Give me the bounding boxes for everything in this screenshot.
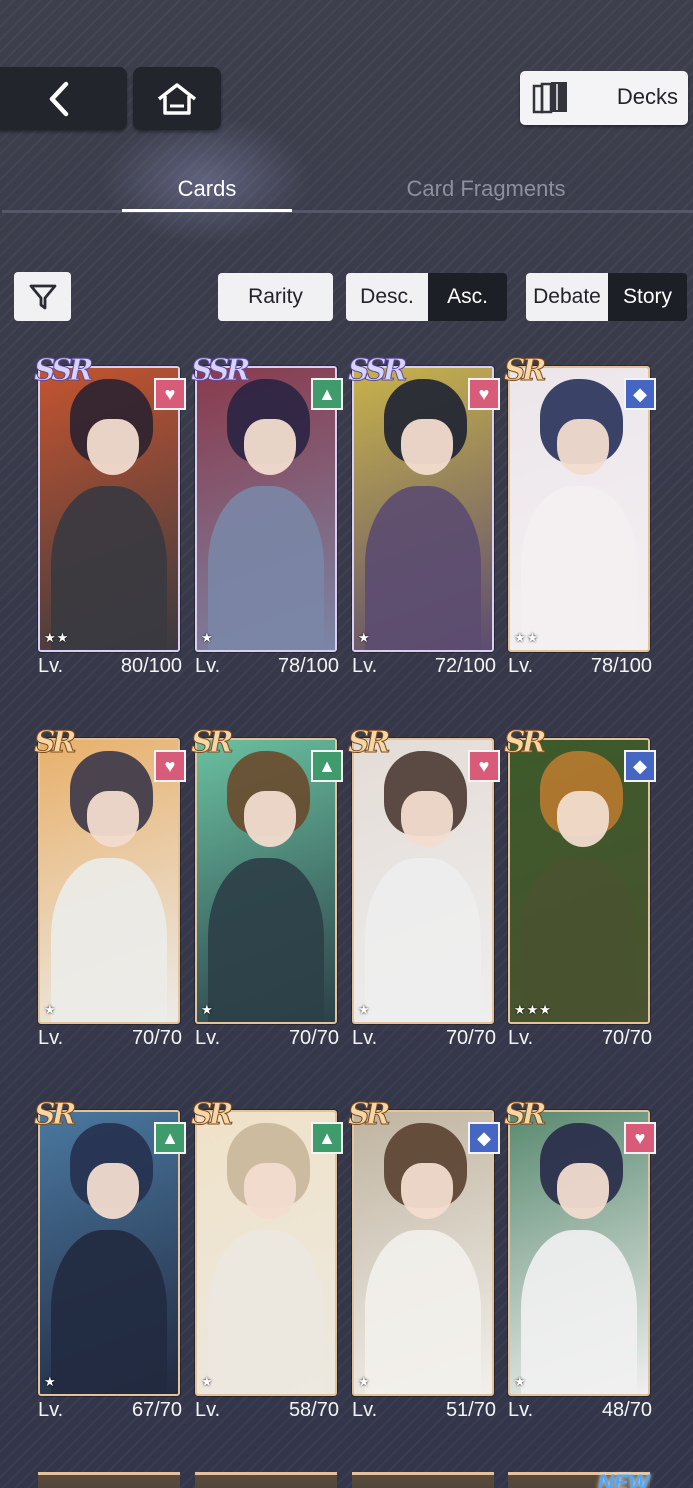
card-artwork — [197, 368, 335, 650]
level-label: Lv. — [508, 655, 534, 677]
triangle-attribute-icon: ▲ — [154, 1122, 186, 1154]
new-badge: NEW — [598, 1470, 650, 1488]
card-tile[interactable]: ★★★ SR ◆ Lv. 70/70 — [504, 725, 656, 1049]
card-artwork — [354, 368, 492, 650]
card-tile[interactable]: ★★ SSR ♥ Lv. 80/100 — [34, 353, 186, 677]
star-rating: ★★ — [44, 630, 70, 645]
rarity-badge: SR — [191, 725, 235, 760]
diamond-attribute-icon: ◆ — [468, 1122, 500, 1154]
card-tile[interactable]: ★ SR ♥ Lv. 48/70 — [504, 1097, 656, 1421]
card-tile[interactable]: ★ SR ▲ Lv. 70/70 — [191, 725, 343, 1049]
heart-attribute-icon: ♥ — [154, 750, 186, 782]
card-peek[interactable] — [195, 1472, 337, 1488]
card-artwork — [510, 368, 648, 650]
rarity-badge: SR — [348, 1097, 392, 1132]
star-rating: ★ — [201, 1374, 214, 1389]
card-artwork — [197, 740, 335, 1022]
card-tile[interactable]: ★ SR ▲ Lv. 58/70 — [191, 1097, 343, 1421]
level-value: 67/70 — [131, 1399, 182, 1421]
star-rating: ★★ — [514, 630, 540, 645]
diamond-attribute-icon: ◆ — [624, 378, 656, 410]
rarity-badge: SSR — [348, 353, 409, 388]
card-peek[interactable] — [38, 1472, 180, 1488]
card-peek[interactable] — [352, 1472, 494, 1488]
level-label: Lv. — [195, 655, 221, 677]
card-artwork — [510, 1112, 648, 1394]
level-label: Lv. — [352, 1027, 378, 1049]
rarity-badge: SR — [504, 1097, 548, 1132]
level-label: Lv. — [508, 1027, 534, 1049]
rarity-badge: SR — [348, 725, 392, 760]
heart-attribute-icon: ♥ — [468, 750, 500, 782]
card-tile[interactable]: ★★ SR ◆ Lv. 78/100 — [504, 353, 656, 677]
star-rating: ★ — [201, 1002, 214, 1017]
level-value: 70/70 — [445, 1027, 496, 1049]
triangle-attribute-icon: ▲ — [311, 1122, 343, 1154]
star-rating: ★★★ — [514, 1002, 552, 1017]
card-artwork — [40, 740, 178, 1022]
rarity-badge: SSR — [191, 353, 252, 388]
star-rating: ★ — [358, 1002, 371, 1017]
rarity-badge: SSR — [34, 353, 95, 388]
heart-attribute-icon: ♥ — [468, 378, 500, 410]
card-artwork — [40, 368, 178, 650]
card-tile[interactable]: ★ SR ♥ Lv. 70/70 — [34, 725, 186, 1049]
level-value: 78/100 — [590, 655, 652, 677]
rarity-badge: SR — [34, 725, 78, 760]
star-rating: ★ — [358, 1374, 371, 1389]
star-rating: ★ — [44, 1374, 57, 1389]
level-label: Lv. — [38, 1027, 64, 1049]
star-rating: ★ — [201, 630, 214, 645]
card-artwork — [354, 1112, 492, 1394]
level-value: 78/100 — [277, 655, 339, 677]
level-label: Lv. — [195, 1027, 221, 1049]
level-value: 51/70 — [445, 1399, 496, 1421]
card-artwork — [197, 1112, 335, 1394]
card-artwork — [510, 740, 648, 1022]
level-value: 80/100 — [120, 655, 182, 677]
level-value: 70/70 — [288, 1027, 339, 1049]
card-artwork — [354, 740, 492, 1022]
heart-attribute-icon: ♥ — [154, 378, 186, 410]
level-value: 48/70 — [601, 1399, 652, 1421]
level-value: 70/70 — [601, 1027, 652, 1049]
level-value: 58/70 — [288, 1399, 339, 1421]
rarity-badge: SR — [191, 1097, 235, 1132]
card-tile[interactable]: ★ SSR ▲ Lv. 78/100 — [191, 353, 343, 677]
level-label: Lv. — [352, 1399, 378, 1421]
triangle-attribute-icon: ▲ — [311, 750, 343, 782]
rarity-badge: SR — [504, 353, 548, 388]
rarity-badge: SR — [504, 725, 548, 760]
level-label: Lv. — [508, 1399, 534, 1421]
level-label: Lv. — [38, 1399, 64, 1421]
star-rating: ★ — [358, 630, 371, 645]
card-grid: ★★ SSR ♥ Lv. 80/100 ★ SSR ▲ Lv. 78/100 ★ SSR ♥ Lv. 72/… — [0, 0, 693, 1488]
rarity-badge: SR — [34, 1097, 78, 1132]
star-rating: ★ — [44, 1002, 57, 1017]
card-artwork — [40, 1112, 178, 1394]
level-value: 70/70 — [131, 1027, 182, 1049]
card-tile[interactable]: ★ SSR ♥ Lv. 72/100 — [348, 353, 500, 677]
level-value: 72/100 — [434, 655, 496, 677]
level-label: Lv. — [352, 655, 378, 677]
star-rating: ★ — [514, 1374, 527, 1389]
level-label: Lv. — [38, 655, 64, 677]
card-tile[interactable]: ★ SR ▲ Lv. 67/70 — [34, 1097, 186, 1421]
level-label: Lv. — [195, 1399, 221, 1421]
diamond-attribute-icon: ◆ — [624, 750, 656, 782]
triangle-attribute-icon: ▲ — [311, 378, 343, 410]
card-tile[interactable]: ★ SR ♥ Lv. 70/70 — [348, 725, 500, 1049]
heart-attribute-icon: ♥ — [624, 1122, 656, 1154]
card-tile[interactable]: ★ SR ◆ Lv. 51/70 — [348, 1097, 500, 1421]
